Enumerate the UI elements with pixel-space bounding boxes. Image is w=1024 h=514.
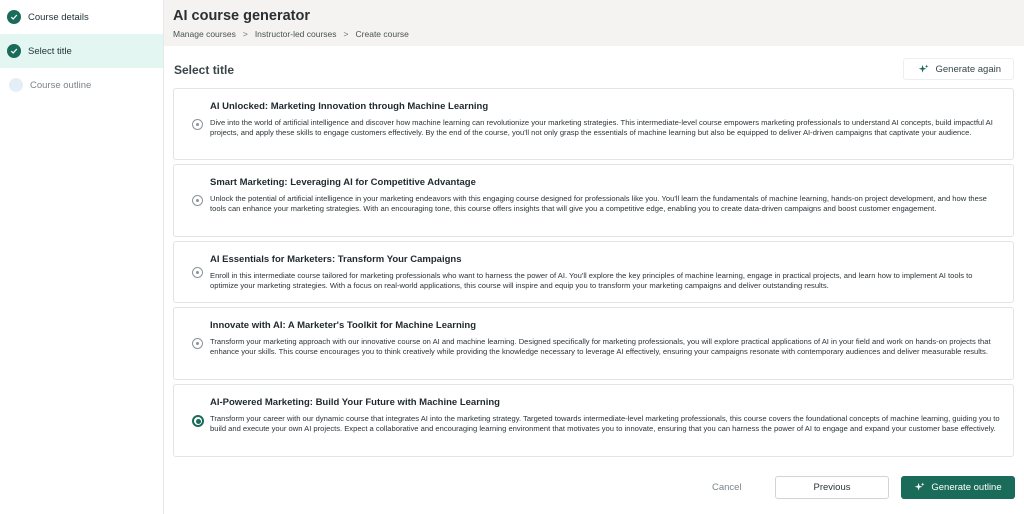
- section-title: Select title: [174, 63, 235, 77]
- main-content: Select title Generate again AI Unlocked:…: [164, 46, 1024, 514]
- option-description: Dive into the world of artificial intell…: [210, 118, 993, 138]
- step-label: Course details: [28, 11, 89, 23]
- option-title: AI Unlocked: Marketing Innovation throug…: [210, 101, 489, 112]
- option-title: Innovate with AI: A Marketer's Toolkit f…: [210, 320, 477, 331]
- previous-button[interactable]: Previous: [775, 476, 889, 499]
- option-title: AI-Powered Marketing: Build Your Future …: [210, 397, 500, 408]
- check-icon: [7, 44, 21, 58]
- breadcrumb-create-course: Create course: [355, 29, 409, 39]
- page-title: AI course generator: [173, 8, 310, 24]
- option-description: Transform your career with our dynamic c…: [210, 414, 1000, 434]
- option-description: Transform your marketing approach with o…: [210, 337, 991, 357]
- step-select-title[interactable]: Select title: [0, 34, 163, 68]
- previous-label: Previous: [813, 482, 851, 493]
- cancel-button[interactable]: Cancel: [712, 482, 742, 493]
- step-course-details[interactable]: Course details: [0, 0, 163, 34]
- check-icon: [7, 10, 21, 24]
- generate-again-button[interactable]: Generate again: [902, 58, 1014, 80]
- title-option[interactable]: Smart Marketing: Leveraging AI for Compe…: [173, 164, 1014, 237]
- breadcrumb-separator: >: [343, 29, 349, 39]
- sparkle-icon: [915, 482, 925, 491]
- generate-outline-label: Generate outline: [931, 482, 1002, 493]
- step-label: Course outline: [30, 79, 92, 91]
- radio-button[interactable]: [192, 195, 203, 206]
- option-title: Smart Marketing: Leveraging AI for Compe…: [210, 177, 476, 188]
- title-option-selected[interactable]: AI-Powered Marketing: Build Your Future …: [173, 384, 1014, 457]
- breadcrumb: Manage courses > Instructor-led courses …: [173, 29, 1024, 39]
- title-option[interactable]: Innovate with AI: A Marketer's Toolkit f…: [173, 307, 1014, 380]
- step-course-outline[interactable]: Course outline: [0, 68, 163, 102]
- option-description: Unlock the potential of artificial intel…: [210, 194, 987, 214]
- radio-button[interactable]: [192, 338, 203, 349]
- sparkle-icon: [918, 63, 929, 73]
- title-option[interactable]: AI Unlocked: Marketing Innovation throug…: [173, 88, 1014, 160]
- generate-again-label: Generate again: [935, 63, 1002, 75]
- breadcrumb-manage-courses[interactable]: Manage courses: [173, 29, 236, 39]
- breadcrumb-instructor-led-courses[interactable]: Instructor-led courses: [255, 29, 337, 39]
- radio-button[interactable]: [192, 267, 203, 278]
- radio-button-checked[interactable]: [192, 415, 204, 427]
- title-option[interactable]: AI Essentials for Marketers: Transform Y…: [173, 241, 1014, 303]
- radio-button[interactable]: [192, 119, 203, 130]
- generate-outline-button[interactable]: Generate outline: [901, 476, 1015, 499]
- wizard-sidebar: Course details Select title Course outli…: [0, 0, 164, 514]
- option-title: AI Essentials for Marketers: Transform Y…: [210, 254, 462, 265]
- step-label: Select title: [28, 45, 72, 57]
- breadcrumb-separator: >: [242, 29, 248, 39]
- empty-circle-icon: [9, 78, 23, 92]
- page-header: AI course generator Manage courses > Ins…: [164, 0, 1024, 46]
- option-description: Enroll in this intermediate course tailo…: [210, 271, 973, 291]
